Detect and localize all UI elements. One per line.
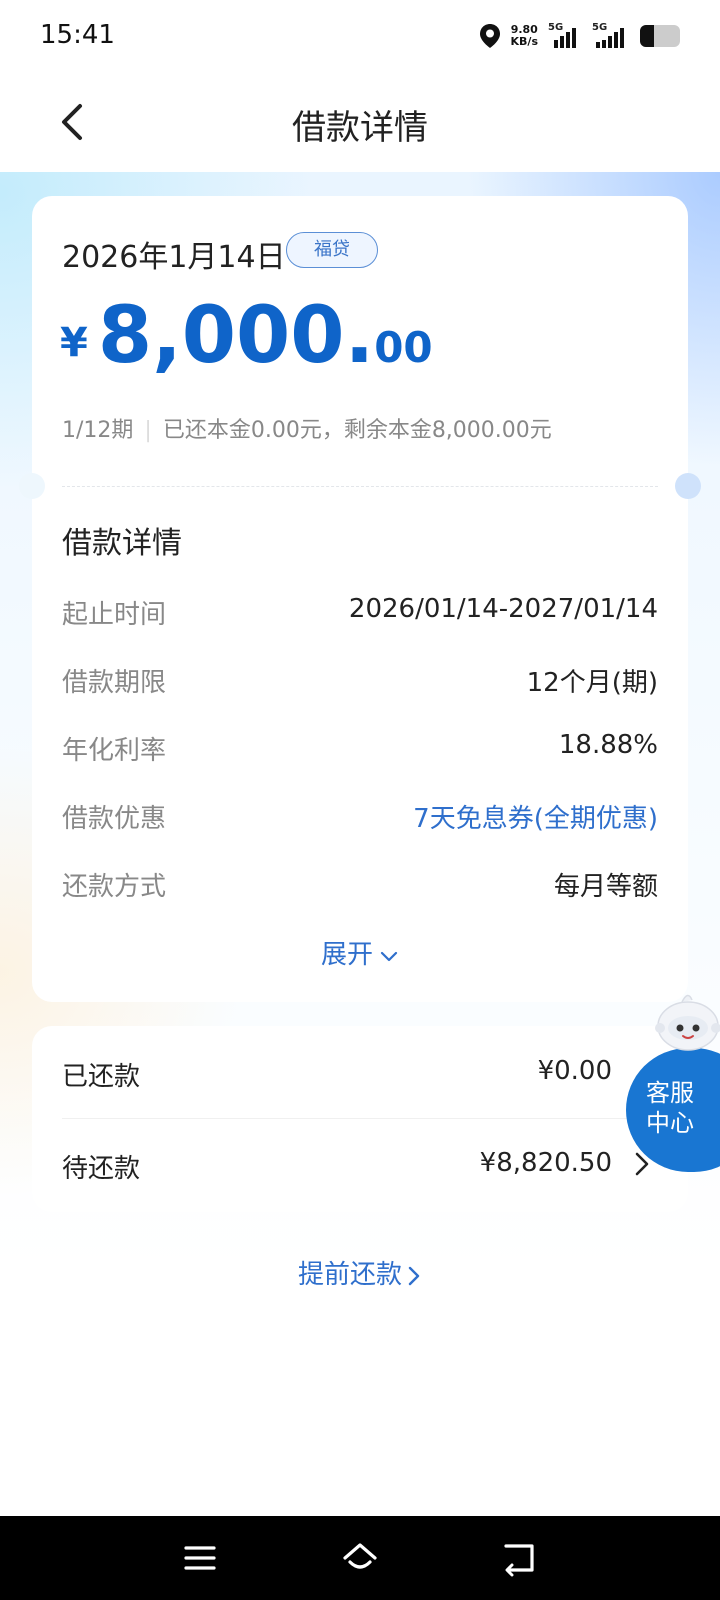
page-title: 借款详情 bbox=[292, 108, 428, 148]
detail-label: 起止时间 bbox=[62, 600, 167, 630]
signal-icon-2: 5G bbox=[592, 22, 630, 48]
expand-button[interactable]: 展开 bbox=[32, 934, 688, 971]
discount-link[interactable]: 7天免息券(全期优惠) bbox=[413, 798, 658, 835]
detail-value: 18.88% bbox=[558, 730, 658, 760]
sim2-label: 5G bbox=[592, 22, 608, 33]
detail-row-rate: 年化利率 18.88% bbox=[62, 730, 658, 770]
divider bbox=[62, 1118, 658, 1119]
loan-amount: ¥ 8,000. 00 bbox=[60, 296, 433, 376]
detail-label: 年化利率 bbox=[62, 736, 167, 766]
sim1-label: 5G bbox=[548, 22, 564, 33]
battery-icon bbox=[640, 25, 680, 47]
detail-label: 借款期限 bbox=[62, 668, 167, 698]
period-separator: | bbox=[144, 418, 152, 443]
chevron-right-icon bbox=[408, 1266, 420, 1285]
pending-label: 待还款 bbox=[62, 1154, 141, 1184]
detail-row-period: 起止时间 2026/01/14-2027/01/14 bbox=[62, 594, 658, 634]
robot-mascot-icon[interactable] bbox=[652, 984, 720, 1056]
prepay-button[interactable]: 提前还款 bbox=[0, 1254, 720, 1291]
notch-left bbox=[19, 473, 45, 499]
chevron-down-icon bbox=[380, 951, 398, 961]
pending-row[interactable]: 待还款 ¥8,820.50 bbox=[62, 1148, 658, 1188]
amount-decimal: 00 bbox=[374, 323, 433, 372]
location-icon bbox=[479, 24, 500, 48]
amount-integer: 8,000. bbox=[97, 291, 375, 381]
service-label: 客服 中心 bbox=[646, 1079, 694, 1137]
period: 1/12期 bbox=[62, 418, 134, 443]
repayment-card: 已还款 ¥0.00 待还款 ¥8,820.50 bbox=[32, 1026, 688, 1212]
menu-icon[interactable] bbox=[180, 1538, 220, 1578]
detail-row-method: 还款方式 每月等额 bbox=[62, 866, 658, 906]
status-icons: 9.80 KB/s 5G 5G bbox=[479, 20, 680, 52]
details-title: 借款详情 bbox=[62, 526, 182, 561]
home-icon[interactable] bbox=[340, 1538, 380, 1578]
loan-date: 2026年1月14日 bbox=[62, 240, 286, 275]
repay-progress: 1/12期 | 已还本金0.00元，剩余本金8,000.00元 bbox=[62, 412, 552, 444]
pending-value: ¥8,820.50 bbox=[479, 1148, 612, 1178]
dashed-divider bbox=[62, 486, 658, 487]
system-nav-bar bbox=[0, 1516, 720, 1600]
loan-card: 2026年1月14日 福贷 ¥ 8,000. 00 1/12期 | 已还本金0.… bbox=[19, 196, 701, 1002]
paid-row: 已还款 ¥0.00 bbox=[62, 1056, 658, 1096]
detail-value: 12个月(期) bbox=[526, 668, 658, 698]
notch-right bbox=[675, 473, 701, 499]
status-time: 15:41 bbox=[40, 20, 115, 50]
back-icon[interactable] bbox=[500, 1538, 540, 1578]
loan-tag: 福贷 bbox=[286, 232, 378, 268]
prepay-label: 提前还款 bbox=[297, 1260, 402, 1290]
net-speed-unit: KB/s bbox=[510, 35, 538, 48]
paid-label: 已还款 bbox=[62, 1062, 141, 1092]
net-speed: 9.80 KB/s bbox=[511, 24, 538, 48]
detail-row-term: 借款期限 12个月(期) bbox=[62, 662, 658, 702]
detail-label: 借款优惠 bbox=[62, 804, 167, 834]
detail-value: 2026/01/14-2027/01/14 bbox=[348, 594, 658, 624]
detail-row-discount: 借款优惠 7天免息券(全期优惠) bbox=[62, 798, 658, 838]
detail-label: 还款方式 bbox=[62, 872, 167, 902]
signal-icon: 5G bbox=[548, 22, 582, 48]
expand-label: 展开 bbox=[320, 940, 373, 970]
currency-symbol: ¥ bbox=[60, 320, 88, 366]
paid-value: ¥0.00 bbox=[537, 1056, 612, 1086]
header: 借款详情 bbox=[0, 72, 720, 172]
progress-text: 已还本金0.00元，剩余本金8,000.00元 bbox=[162, 418, 552, 443]
status-bar: 15:41 9.80 KB/s 5G 5G bbox=[0, 0, 720, 72]
detail-value: 每月等额 bbox=[553, 872, 658, 902]
